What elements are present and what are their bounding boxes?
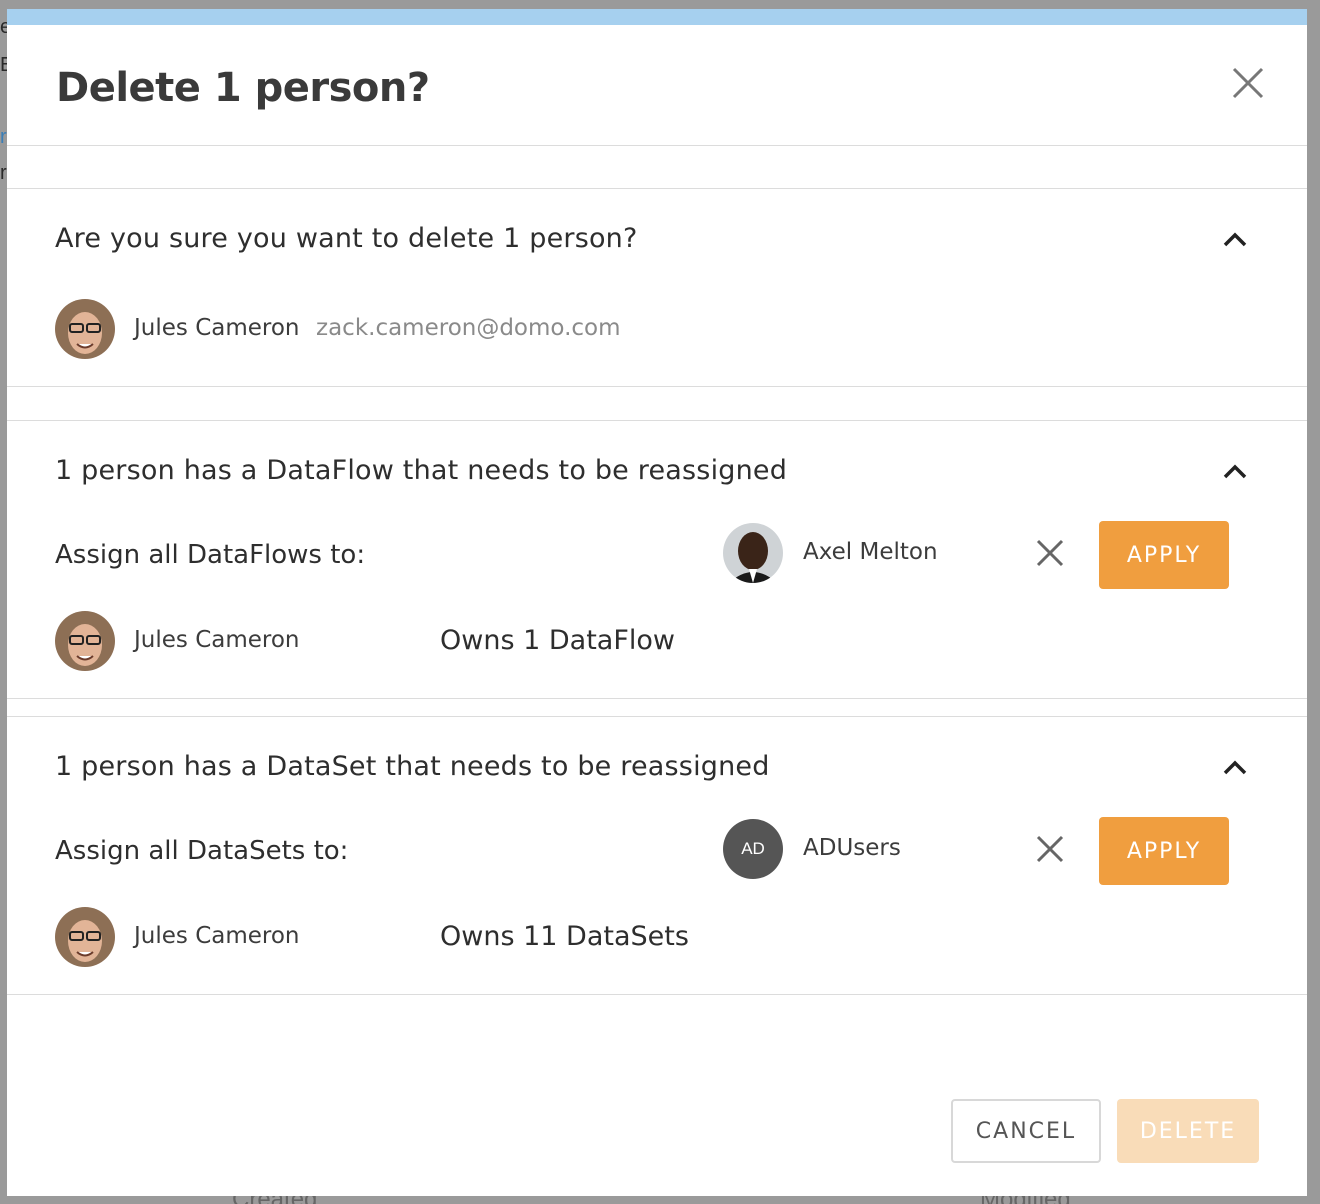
delete-button[interactable]: DELETE (1117, 1099, 1259, 1163)
apply-button[interactable]: APPLY (1099, 521, 1229, 589)
clear-assignee-button[interactable] (1035, 538, 1065, 568)
dataset-section: 1 person has a DataSet that needs to be … (7, 716, 1307, 995)
owner-name: Jules Cameron (134, 627, 300, 653)
dataflow-section-title: 1 person has a DataFlow that needs to be… (55, 455, 788, 486)
close-icon (1232, 67, 1264, 99)
person-name: Jules Cameron (134, 315, 300, 341)
collapse-button[interactable] (1221, 229, 1249, 249)
avatar[interactable] (723, 523, 783, 583)
confirm-section: Are you sure you want to delete 1 person… (7, 188, 1307, 387)
avatar[interactable]: AD (723, 819, 783, 879)
background-text: r (0, 126, 7, 148)
person-email: zack.cameron@domo.com (316, 315, 621, 341)
close-icon (1036, 835, 1064, 863)
dataset-section-title: 1 person has a DataSet that needs to be … (55, 751, 770, 782)
collapse-button[interactable] (1221, 757, 1249, 777)
chevron-up-icon (1223, 464, 1247, 479)
assignee-name[interactable]: Axel Melton (803, 539, 938, 565)
close-icon (1036, 539, 1064, 567)
assignee-name[interactable]: ADUsers (803, 835, 901, 861)
avatar (55, 907, 115, 967)
apply-button[interactable]: APPLY (1099, 817, 1229, 885)
close-button[interactable] (1231, 66, 1265, 100)
clear-assignee-button[interactable] (1035, 834, 1065, 864)
chevron-up-icon (1223, 760, 1247, 775)
assign-datasets-label: Assign all DataSets to: (55, 836, 349, 866)
owner-name: Jules Cameron (134, 923, 300, 949)
dialog-header: Delete 1 person? (7, 25, 1307, 146)
delete-person-dialog: Delete 1 person? Are you sure you want t… (7, 9, 1307, 1196)
dialog-title: Delete 1 person? (56, 65, 430, 111)
collapse-button[interactable] (1221, 461, 1249, 481)
avatar (55, 611, 115, 671)
assign-dataflows-label: Assign all DataFlows to: (55, 540, 366, 570)
owns-count: Owns 11 DataSets (440, 921, 689, 952)
cancel-button[interactable]: CANCEL (951, 1099, 1101, 1163)
chevron-up-icon (1223, 232, 1247, 247)
dataflow-section: 1 person has a DataFlow that needs to be… (7, 420, 1307, 699)
confirm-section-title: Are you sure you want to delete 1 person… (55, 223, 638, 254)
background-text: r (0, 162, 7, 184)
avatar (55, 299, 115, 359)
owns-count: Owns 1 DataFlow (440, 625, 675, 656)
